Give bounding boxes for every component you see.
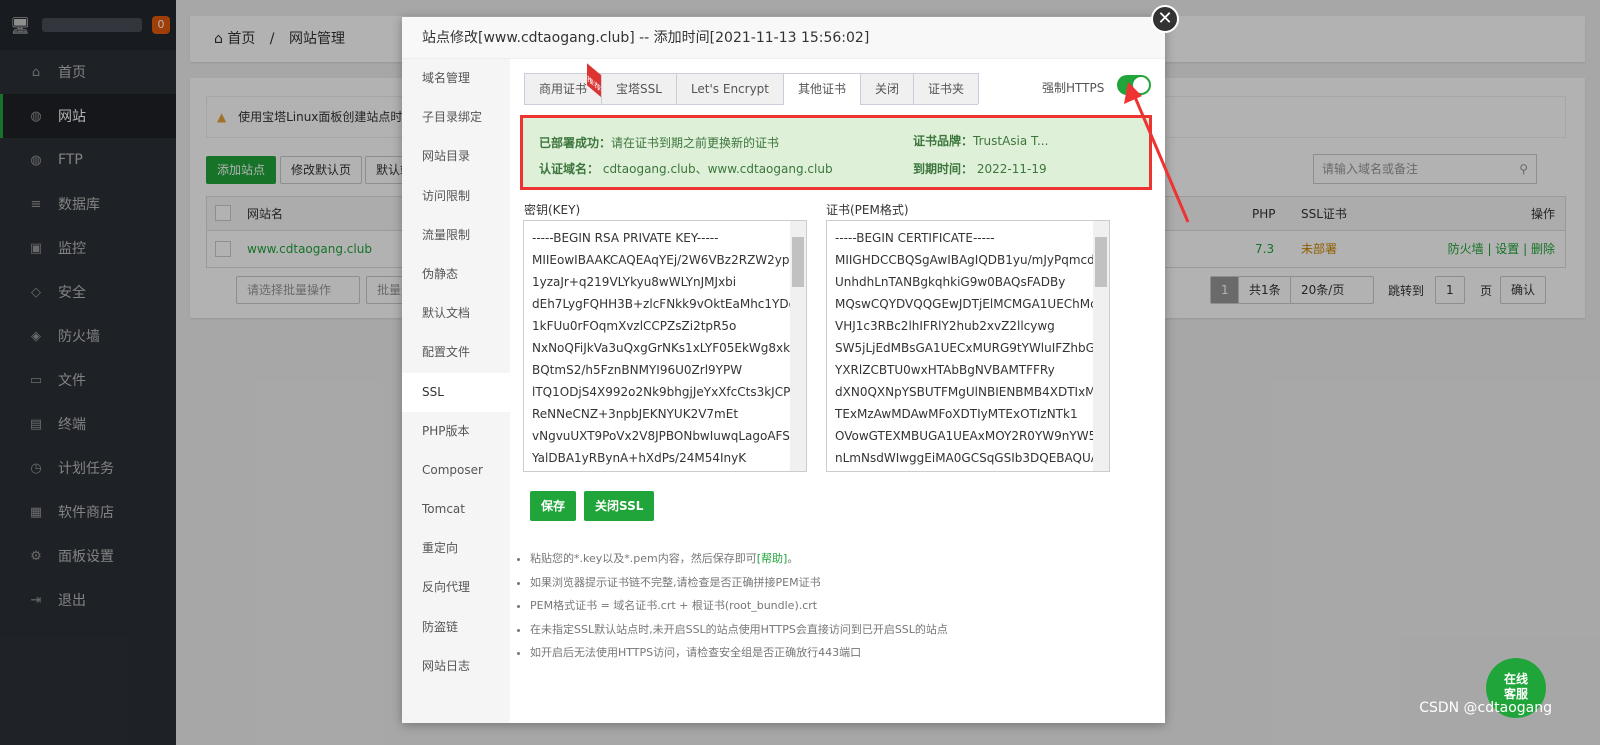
cert-scrollbar[interactable] bbox=[1093, 221, 1109, 471]
key-label: 密钥(KEY) bbox=[524, 203, 581, 217]
status-text: 请在证书到期之前更换新的证书 bbox=[611, 136, 780, 150]
ssl-tab[interactable]: 商用证书 推荐 bbox=[524, 63, 604, 104]
modal-menu-item[interactable]: 重定向 bbox=[402, 529, 510, 568]
key-line: 1kFUu0rFOqmXvzlCCPZsZi2tpR5o bbox=[532, 319, 737, 333]
help-link[interactable]: [帮助] bbox=[757, 552, 788, 565]
force-https-label: 强制HTTPS bbox=[1042, 81, 1105, 95]
tip-item: 粘贴您的*.key以及*.pem内容，然后保存即可[帮助]。 bbox=[530, 547, 948, 571]
modal-menu-item[interactable]: 网站日志 bbox=[402, 647, 510, 686]
cert-expire: 2022-11-19 bbox=[976, 162, 1047, 176]
key-line: IL2HSLWJbSXP7XduIi+7+dNphmIeIvqDFx61v bbox=[532, 469, 798, 471]
modal-menu-item[interactable]: PHP版本 bbox=[402, 412, 510, 451]
modal-menu-item[interactable]: SSL bbox=[402, 372, 510, 412]
domain-label: 认证域名： bbox=[539, 162, 600, 176]
tip-item: 如开启后无法使用HTTPS访问，请检查安全组是否正确放行443端口 bbox=[530, 641, 948, 665]
brand-label: 证书品牌： bbox=[913, 134, 974, 148]
site-edit-modal: 站点修改[www.cdtaogang.club] -- 添加时间[2021-11… bbox=[402, 17, 1165, 723]
ssl-tips: 粘贴您的*.key以及*.pem内容，然后保存即可[帮助]。如果浏览器提示证书链… bbox=[520, 547, 948, 665]
tip-item: PEM格式证书 = 域名证书.crt + 根证书(root_bundle).cr… bbox=[530, 594, 948, 618]
cert-line: MQswCQYDVQQGEwJDTjElMCMGA1UEChMc bbox=[835, 297, 1097, 311]
ssl-tab[interactable]: 其他证书 bbox=[783, 73, 862, 105]
cert-textarea[interactable]: -----BEGIN CERTIFICATE----- MIIGHDCCBQSgA… bbox=[826, 220, 1110, 472]
ssl-tab[interactable]: 宝塔SSL bbox=[601, 73, 677, 104]
key-textarea[interactable]: -----BEGIN RSA PRIVATE KEY----- MIIEowIBA… bbox=[523, 220, 807, 472]
key-scrollbar[interactable] bbox=[790, 221, 806, 471]
modal-menu-item[interactable]: 流量限制 bbox=[402, 216, 510, 255]
key-line: vNgvuUXT9PoVx2V8JPBONbwIuwqLagoAFSy bbox=[532, 429, 797, 443]
tip-item: 如果浏览器提示证书链不完整,请检查是否正确拼接PEM证书 bbox=[530, 571, 948, 595]
cert-line: YXRlZCBTU0wxHTAbBgNVBAMTFFRy bbox=[835, 363, 1055, 377]
modal-menu-item[interactable]: 默认文档 bbox=[402, 294, 510, 333]
tip-item: 在未指定SSL默认站点时,未开启SSL的站点使用HTTPS会直接访问到已开启SS… bbox=[530, 618, 948, 642]
status-label: 已部署成功： bbox=[539, 136, 612, 150]
key-line: lTQ1ODjS4X992o2Nk9bhgjJeYxXfcCts3kJCPr bbox=[532, 385, 796, 399]
cert-line: -----BEGIN CERTIFICATE----- bbox=[835, 231, 995, 245]
modal-menu-item[interactable]: 域名管理 bbox=[402, 59, 510, 98]
ssl-tab[interactable]: 关闭 bbox=[860, 73, 915, 104]
close-icon[interactable]: ✕ bbox=[1151, 5, 1179, 33]
key-line: MIIEowIBAAKCAQEAqYEj/2W6VBz2RZW2ypR bbox=[532, 253, 798, 267]
modal-menu-item[interactable]: 网站目录 bbox=[402, 137, 510, 176]
cert-line: MIIGHDCCBQSgAwIBAgIQDB1yu/mJyPqmcd bbox=[835, 253, 1095, 267]
cert-line: A4IBDwAwggEKAoIBAQCnqSP/ZbpUHPZFlbb bbox=[835, 469, 1101, 471]
cert-line: UnhdhLnTANBgkqhkiG9w0BAQsFADBy bbox=[835, 275, 1066, 289]
modal-menu-item[interactable]: 子目录绑定 bbox=[402, 98, 510, 137]
red-arrow-annotation bbox=[1124, 82, 1190, 223]
cert-line: TExMzAwMDAwMFoXDTIyMTExOTIzNTk1 bbox=[835, 407, 1078, 421]
key-line: BQtmS2/h5FznBNMYI96U0Zrl9YPW bbox=[532, 363, 743, 377]
key-line: dEh7LygFQHH3B+zlcFNkk9vOktEaMhc1YDek bbox=[532, 297, 803, 311]
modal-menu-item[interactable]: 防盗链 bbox=[402, 608, 510, 647]
cert-line: OVowGTEXMBUGA1UEAxMOY2R0YW9nYW5 bbox=[835, 429, 1097, 443]
modal-menu-item[interactable]: 配置文件 bbox=[402, 333, 510, 372]
cert-line: VHJ1c3RBc2lhIFRlY2hub2xvZ2llcywg bbox=[835, 319, 1055, 333]
key-line: -----BEGIN RSA PRIVATE KEY----- bbox=[532, 231, 719, 245]
modal-menu-item[interactable]: Tomcat bbox=[402, 490, 510, 529]
cert-line: dXN0QXNpYSBUTFMgUlNBIENBMB4XDTIxM bbox=[835, 385, 1096, 399]
key-line: NxNoQFiJkVa3uQxgGrNKs1xLYF05EkWg8xkl bbox=[532, 341, 794, 355]
modal-title: 站点修改[www.cdtaogang.club] -- 添加时间[2021-11… bbox=[402, 17, 1165, 59]
cert-domains: cdtaogang.club、www.cdtaogang.club bbox=[602, 162, 833, 176]
modal-menu: 域名管理 子目录绑定 网站目录 访问限制 流量限制 伪静态 默认文档 配置文件 SSL PHP版本… bbox=[402, 59, 510, 723]
modal-menu-item[interactable]: 伪静态 bbox=[402, 255, 510, 294]
modal-menu-item[interactable]: 访问限制 bbox=[402, 177, 510, 216]
modal-menu-item[interactable]: 反向代理 bbox=[402, 568, 510, 607]
cert-line: SW5jLjEdMBsGA1UECxMURG9tYWluIFZhbGlk bbox=[835, 341, 1106, 355]
ssl-tab[interactable]: Let's Encrypt bbox=[675, 73, 785, 104]
close-ssl-button[interactable]: 关闭SSL bbox=[584, 491, 655, 521]
modal-menu-item[interactable]: Composer bbox=[402, 451, 510, 490]
watermark: CSDN @cdtaogang bbox=[1419, 700, 1552, 716]
ssl-tabs: 商用证书 推荐 宝塔SSL Let's Encrypt 其他证书 关闭 证书夹 bbox=[524, 63, 980, 105]
cert-brand: TrustAsia T... bbox=[973, 134, 1049, 148]
expire-label: 到期时间： bbox=[913, 162, 974, 176]
cert-line: nLmNsdWIwggEiMA0GCSqGSIb3DQEBAQUA bbox=[835, 451, 1099, 465]
cert-label: 证书(PEM格式) bbox=[826, 203, 909, 217]
key-line: 1yzaJr+q219VLYkyu8wWLYnJMJxbi bbox=[532, 275, 737, 289]
key-line: ReNNeCNZ+3npbJEKNYUK2V7mEt bbox=[532, 407, 739, 421]
ssl-tab[interactable]: 证书夹 bbox=[913, 73, 980, 104]
save-button[interactable]: 保存 bbox=[530, 491, 577, 521]
key-line: YalDBA1yRBynA+hXdPs/24M54InyK bbox=[532, 451, 747, 465]
cert-info-box: 已部署成功：请在证书到期之前更换新的证书 认证域名： cdtaogang.clu… bbox=[520, 115, 1152, 190]
